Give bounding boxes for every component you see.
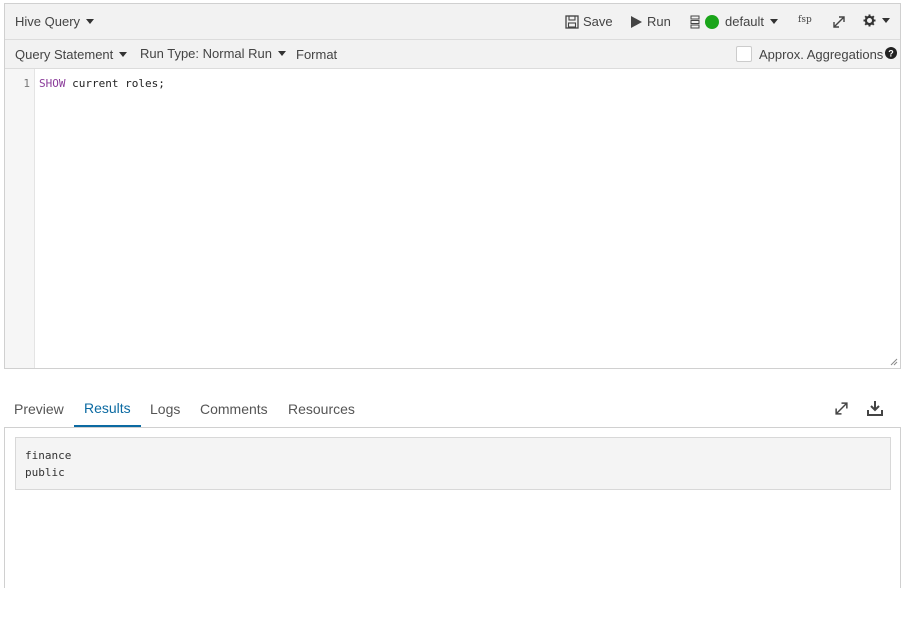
download-icon	[867, 400, 883, 416]
tab-label: Preview	[14, 400, 64, 417]
query-statement-dropdown[interactable]: Query Statement	[15, 47, 128, 62]
query-type-label: Hive Query	[15, 14, 81, 29]
result-tabs: Preview Results Logs Comments Resources	[4, 390, 901, 428]
expand-icon	[832, 15, 846, 29]
chevron-down-icon	[278, 51, 286, 56]
tab-logs[interactable]: Logs	[140, 390, 190, 427]
resize-handle-icon[interactable]	[890, 358, 898, 366]
run-button[interactable]: Run	[630, 14, 671, 29]
sql-editor[interactable]: SHOW current roles;	[39, 77, 165, 90]
save-label: Save	[583, 14, 613, 29]
help-button[interactable]: ?	[885, 47, 897, 59]
line-number: 1	[23, 77, 30, 90]
results-panel: finance public	[4, 428, 901, 588]
approx-aggregations-checkbox[interactable]	[736, 46, 752, 62]
sql-text: current roles;	[65, 77, 165, 90]
tab-label: Results	[84, 399, 131, 416]
save-button[interactable]: Save	[565, 14, 613, 29]
chevron-down-icon	[882, 18, 890, 23]
approx-aggregations-label: Approx. Aggregations	[759, 46, 884, 62]
database-selector[interactable]: default	[690, 14, 779, 29]
results-output: finance public	[15, 437, 891, 490]
format-sql-button[interactable]: fsp	[798, 15, 812, 25]
expand-icon	[834, 401, 849, 416]
svg-text:?: ?	[888, 48, 894, 58]
tab-label: Logs	[150, 400, 181, 417]
download-button[interactable]	[867, 400, 883, 416]
expand-editor-button[interactable]	[832, 15, 846, 29]
query-type-dropdown[interactable]: Hive Query	[15, 14, 95, 29]
database-label: default	[725, 14, 765, 29]
settings-dropdown[interactable]	[863, 14, 890, 27]
editor-toolbar: Hive Query Save Run default fsp	[5, 4, 900, 40]
result-row: public	[25, 466, 65, 479]
format-label: Format	[296, 47, 338, 62]
gear-icon	[863, 14, 876, 27]
chevron-down-icon	[119, 52, 128, 57]
status-dot-icon	[705, 14, 719, 29]
query-statement-label: Query Statement	[15, 47, 114, 62]
tab-resources[interactable]: Resources	[278, 390, 365, 427]
question-circle-icon: ?	[885, 47, 897, 59]
tab-label: Comments	[200, 400, 268, 417]
editor-subbar: Query Statement Run Type: Normal Run For…	[5, 40, 900, 69]
chevron-down-icon	[770, 19, 779, 24]
tab-comments[interactable]: Comments	[190, 390, 278, 427]
query-editor-panel: Hive Query Save Run default fsp Query St…	[4, 3, 901, 369]
approx-aggregations-toggle[interactable]: Approx. Aggregations	[736, 46, 883, 62]
save-icon	[565, 14, 579, 29]
sql-keyword: SHOW	[39, 77, 66, 90]
format-button[interactable]: Format	[296, 47, 337, 62]
server-icon	[690, 15, 700, 29]
tab-preview[interactable]: Preview	[4, 390, 74, 427]
run-type-dropdown[interactable]: Run Type: Normal Run	[140, 46, 286, 61]
result-row: finance	[25, 449, 72, 462]
play-icon	[630, 15, 643, 29]
run-type-label: Run Type: Normal Run	[140, 46, 272, 61]
format-icon: fsp	[798, 15, 812, 25]
line-number-gutter: 1	[5, 69, 35, 368]
tab-results[interactable]: Results	[74, 390, 141, 427]
run-label: Run	[647, 14, 671, 29]
tab-label: Resources	[288, 400, 355, 417]
chevron-down-icon	[86, 19, 95, 24]
expand-results-button[interactable]	[834, 401, 849, 416]
